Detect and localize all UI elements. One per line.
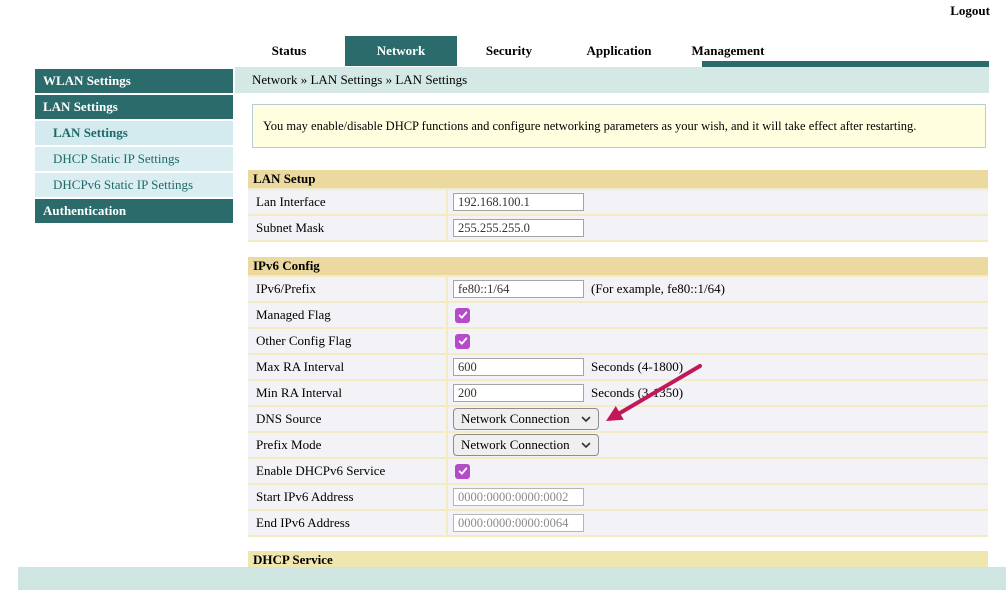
start-ipv6-address-input[interactable] — [453, 488, 584, 506]
table-row: DNS Source Network Connection — [248, 407, 988, 431]
section-header-ipv6-config: IPv6 Config — [248, 257, 988, 275]
sidebar-menu: WLAN Settings LAN Settings LAN Settings … — [35, 69, 233, 225]
sidebar-item-wlan-settings[interactable]: WLAN Settings — [35, 69, 233, 93]
check-mark-icon — [457, 465, 469, 477]
table-row: IPv6/Prefix (For example, fe80::1/64) — [248, 277, 988, 301]
table-row: End IPv6 Address — [248, 511, 988, 535]
table-row: Prefix Mode Network Connection — [248, 433, 988, 457]
field-label: IPv6/Prefix — [248, 277, 446, 301]
end-ipv6-address-input[interactable] — [453, 514, 584, 532]
field-label: Prefix Mode — [248, 433, 446, 457]
prefix-mode-select[interactable]: Network Connection — [453, 434, 599, 456]
min-ra-interval-input[interactable] — [453, 384, 584, 402]
field-label: DNS Source — [248, 407, 446, 431]
field-label: Min RA Interval — [248, 381, 446, 405]
dns-source-select[interactable]: Network Connection — [453, 408, 599, 430]
lan-interface-input[interactable] — [453, 193, 584, 211]
field-hint: Seconds (4-1800) — [591, 359, 683, 375]
managed-flag-checkbox[interactable] — [455, 308, 470, 323]
table-row: Enable DHCPv6 Service — [248, 459, 988, 483]
check-mark-icon — [457, 335, 469, 347]
table-row: Other Config Flag — [248, 329, 988, 353]
info-notice: You may enable/disable DHCP functions an… — [252, 104, 986, 148]
field-label: Lan Interface — [248, 190, 446, 214]
table-row: Lan Interface — [248, 190, 988, 214]
sidebar-item-lan-settings-group[interactable]: LAN Settings — [35, 95, 233, 119]
field-hint: (For example, fe80::1/64) — [591, 281, 725, 297]
logout-link[interactable]: Logout — [950, 3, 990, 19]
info-notice-text: You may enable/disable DHCP functions an… — [263, 119, 916, 134]
table-row: Start IPv6 Address — [248, 485, 988, 509]
field-label: Managed Flag — [248, 303, 446, 327]
footer-bar — [18, 567, 1006, 590]
subnet-mask-input[interactable] — [453, 219, 584, 237]
enable-dhcpv6-service-checkbox[interactable] — [455, 464, 470, 479]
max-ra-interval-input[interactable] — [453, 358, 584, 376]
chevron-down-icon — [581, 416, 591, 423]
field-label: Subnet Mask — [248, 216, 446, 240]
section-header-lan-setup: LAN Setup — [248, 170, 988, 188]
dns-source-selected-value: Network Connection — [461, 411, 570, 427]
tab-status[interactable]: Status — [239, 36, 339, 66]
table-row: Min RA Interval Seconds (3-1350) — [248, 381, 988, 405]
chevron-down-icon — [581, 442, 591, 449]
table-row: Subnet Mask — [248, 216, 988, 240]
field-label: Enable DHCPv6 Service — [248, 459, 446, 483]
field-label: Max RA Interval — [248, 355, 446, 379]
sidebar-item-dhcpv6-static-ip[interactable]: DHCPv6 Static IP Settings — [35, 173, 233, 197]
field-label: End IPv6 Address — [248, 511, 446, 535]
sidebar-item-dhcp-static-ip[interactable]: DHCP Static IP Settings — [35, 147, 233, 171]
ipv6-prefix-input[interactable] — [453, 280, 584, 298]
sidebar-item-authentication[interactable]: Authentication — [35, 199, 233, 223]
field-label: Other Config Flag — [248, 329, 446, 353]
table-row: Managed Flag — [248, 303, 988, 327]
section-ipv6-config: IPv6 Config IPv6/Prefix (For example, fe… — [248, 257, 988, 537]
tab-application[interactable]: Application — [569, 36, 669, 66]
sidebar-item-lan-settings[interactable]: LAN Settings — [35, 121, 233, 145]
other-config-flag-checkbox[interactable] — [455, 334, 470, 349]
check-mark-icon — [457, 309, 469, 321]
tab-network[interactable]: Network — [345, 36, 457, 66]
section-lan-setup: LAN Setup Lan Interface Subnet Mask — [248, 170, 988, 242]
table-row: Max RA Interval Seconds (4-1800) — [248, 355, 988, 379]
tab-security[interactable]: Security — [459, 36, 559, 66]
prefix-mode-selected-value: Network Connection — [461, 437, 570, 453]
field-hint: Seconds (3-1350) — [591, 385, 683, 401]
field-label: Start IPv6 Address — [248, 485, 446, 509]
breadcrumb: Network » LAN Settings » LAN Settings — [235, 67, 989, 93]
